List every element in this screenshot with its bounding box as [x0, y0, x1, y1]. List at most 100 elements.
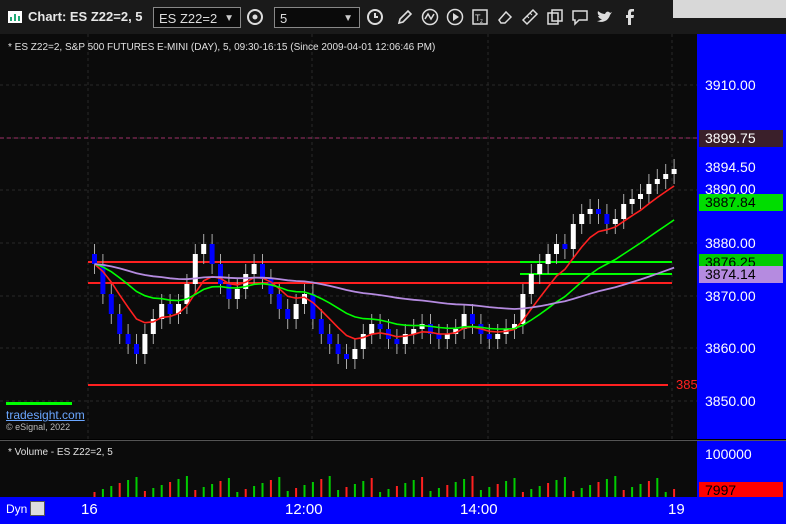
candle[interactable] — [671, 169, 677, 174]
volume-bar — [454, 482, 457, 498]
candle[interactable] — [663, 174, 669, 179]
candle[interactable] — [134, 344, 139, 354]
candle[interactable] — [470, 314, 475, 324]
price-tag-dashed: 3899.75 — [699, 130, 783, 147]
play-icon[interactable] — [446, 8, 464, 26]
time-label: 14:00 — [460, 501, 498, 518]
candle[interactable] — [251, 264, 257, 274]
candle[interactable] — [638, 194, 643, 199]
ruler-icon[interactable] — [521, 8, 539, 26]
volume-bar — [463, 479, 466, 498]
candle[interactable] — [596, 209, 601, 214]
volume-bar — [169, 482, 172, 498]
chart-header: * ES Z22=2, S&P 500 FUTURES E-MINI (DAY)… — [8, 42, 436, 53]
refresh-icon[interactable] — [246, 8, 264, 26]
candle[interactable] — [579, 214, 585, 224]
clock-icon[interactable] — [366, 8, 384, 26]
volume-bar — [177, 479, 180, 498]
candle[interactable] — [528, 274, 534, 294]
candle[interactable] — [310, 294, 316, 319]
facebook-icon[interactable] — [621, 8, 639, 26]
candle[interactable] — [218, 264, 223, 284]
candle[interactable] — [369, 324, 375, 334]
candle[interactable] — [184, 284, 190, 304]
symbol-value: ES Z22=2 — [159, 11, 218, 26]
volume-header: * Volume - ES Z22=2, 5 — [8, 447, 113, 458]
candle[interactable] — [570, 224, 576, 249]
pencil-icon[interactable] — [396, 8, 414, 26]
volume-bar — [496, 484, 499, 498]
volume-chart[interactable]: * Volume - ES Z22=2, 5 — [0, 440, 697, 498]
candle[interactable] — [587, 209, 593, 214]
candle[interactable] — [276, 294, 282, 309]
wave-icon[interactable] — [421, 8, 439, 26]
candle[interactable] — [201, 244, 207, 254]
candle[interactable] — [394, 339, 400, 344]
candle[interactable] — [545, 254, 551, 264]
candle[interactable] — [537, 264, 543, 274]
time-label: 16 — [81, 501, 98, 518]
candle[interactable] — [234, 289, 240, 299]
candle[interactable] — [260, 264, 265, 279]
candle[interactable] — [629, 199, 635, 204]
candle[interactable] — [142, 334, 148, 354]
candle[interactable] — [646, 184, 652, 194]
volume-bar — [547, 483, 550, 498]
comment-icon[interactable] — [571, 8, 589, 26]
price-chart[interactable]: 385 * ES Z22=2, S&P 500 FUTURES E-MINI (… — [0, 34, 697, 439]
candle[interactable] — [167, 304, 173, 314]
candle[interactable] — [335, 344, 341, 354]
volume-bar — [647, 481, 650, 498]
candle[interactable] — [92, 254, 97, 264]
title-bar: Chart: ES Z22=2, 5 ES Z22=2 ▼ 5 ▼ Tz — [0, 0, 786, 35]
candle[interactable] — [285, 309, 291, 319]
volume-bar — [185, 476, 188, 498]
candle[interactable] — [654, 179, 660, 184]
candle[interactable] — [604, 214, 610, 224]
tz-icon[interactable]: Tz — [471, 8, 489, 26]
candle[interactable] — [327, 334, 333, 344]
candle[interactable] — [209, 244, 215, 264]
candle[interactable] — [344, 354, 349, 359]
time-axis[interactable]: Dyn 16 12:00 14:00 19 — [0, 497, 786, 524]
volume-bar — [404, 483, 407, 498]
candle[interactable] — [125, 334, 131, 344]
candle[interactable] — [108, 294, 114, 314]
price-axis[interactable]: 3910.00 3880.00 3870.00 3860.00 3850.00 … — [697, 34, 786, 439]
twitter-icon[interactable] — [596, 8, 614, 26]
candle[interactable] — [377, 324, 383, 329]
volume-bar — [261, 483, 264, 498]
svg-text:z: z — [480, 19, 483, 25]
candle[interactable] — [612, 219, 618, 224]
candle[interactable] — [117, 314, 123, 334]
candle[interactable] — [192, 254, 198, 284]
window-title: Chart: ES Z22=2, 5 — [28, 9, 143, 24]
volume-bar — [118, 483, 121, 498]
volume-bar — [639, 484, 642, 498]
copy-icon[interactable] — [546, 8, 564, 26]
price-chart-canvas[interactable]: 385 — [0, 34, 697, 439]
watermark-link[interactable]: tradesight.com — [6, 408, 85, 422]
lock-icon[interactable] — [30, 501, 45, 516]
eraser-icon[interactable] — [496, 8, 514, 26]
candle[interactable] — [226, 284, 232, 299]
candle[interactable] — [562, 244, 568, 249]
candle[interactable] — [318, 319, 324, 334]
candle[interactable] — [486, 334, 492, 339]
candle[interactable] — [554, 244, 559, 254]
volume-axis-label: 100000 — [705, 446, 752, 462]
candle[interactable] — [352, 349, 358, 359]
candle[interactable] — [495, 334, 501, 339]
price-label: 3910.00 — [705, 77, 756, 93]
volume-axis[interactable]: 100000 7997 — [697, 440, 786, 499]
price-label: 3880.00 — [705, 235, 756, 251]
interval-input[interactable]: 5 ▼ — [274, 7, 360, 28]
candle[interactable] — [621, 204, 627, 219]
price-label: 3850.00 — [705, 393, 756, 409]
candle[interactable] — [293, 304, 299, 319]
volume-bar — [597, 482, 600, 498]
volume-bar — [513, 478, 516, 498]
symbol-input[interactable]: ES Z22=2 ▼ — [153, 7, 241, 28]
volume-bar — [563, 477, 566, 498]
volume-bar — [555, 480, 558, 498]
